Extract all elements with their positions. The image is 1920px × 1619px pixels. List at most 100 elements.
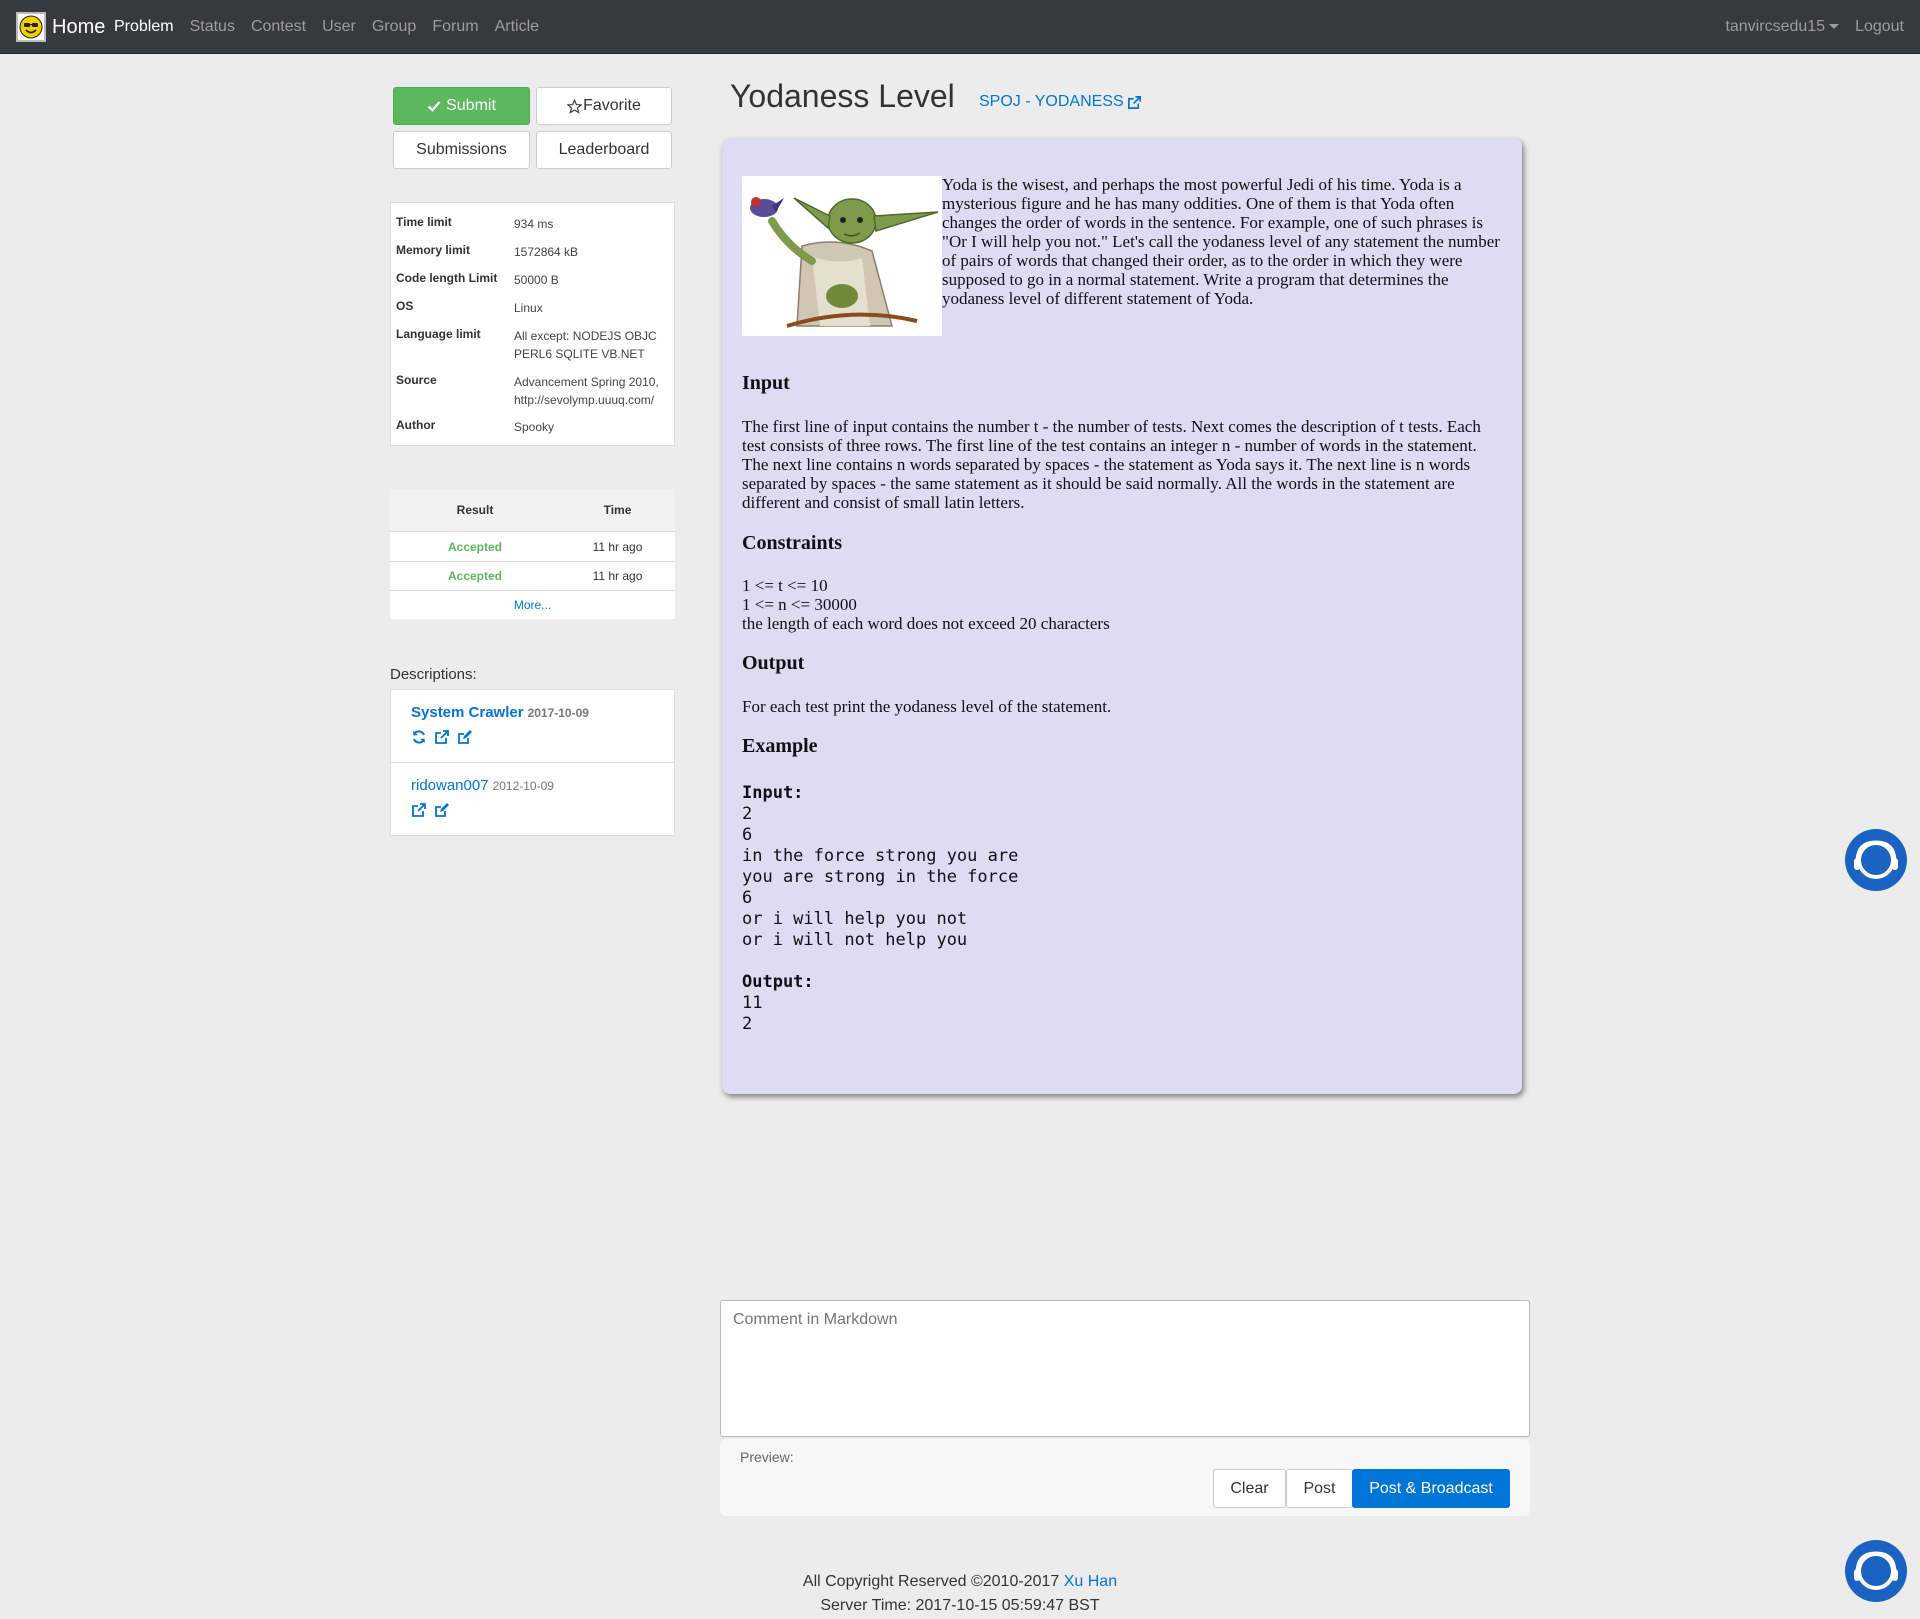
input-description: The first line of input contains the num… bbox=[742, 417, 1481, 512]
submit-label: Submit bbox=[446, 97, 496, 114]
description-actions bbox=[411, 729, 473, 745]
problem-title: Yodaness Level bbox=[730, 78, 955, 114]
nav-problem[interactable]: Problem bbox=[114, 18, 174, 36]
headset-icon bbox=[1854, 840, 1898, 879]
external-link-icon bbox=[1127, 95, 1141, 109]
home-link[interactable]: Home bbox=[16, 12, 105, 42]
description-author-name: System Crawler bbox=[411, 704, 524, 721]
nav-right: tanvircsedu15 Logout bbox=[1709, 0, 1904, 54]
chat-support-button[interactable] bbox=[1845, 829, 1907, 891]
result-time: 11 hr ago bbox=[592, 540, 643, 554]
logout-link[interactable]: Logout bbox=[1855, 18, 1904, 36]
output-heading: Output bbox=[742, 652, 805, 674]
refresh-icon[interactable] bbox=[411, 729, 427, 745]
output-description: For each test print the yodaness level o… bbox=[742, 697, 1112, 716]
table-header: Result Time bbox=[390, 489, 675, 532]
info-key: Author bbox=[396, 418, 436, 432]
constraint-n: 1 <= n <= 30000 bbox=[742, 595, 857, 614]
top-navbar: Home Problem Status Contest User Group F… bbox=[0, 0, 1920, 54]
user-menu[interactable]: tanvircsedu15 bbox=[1725, 18, 1840, 36]
info-value: 1572864 kB bbox=[514, 245, 579, 259]
info-value: Advancement Spring 2010, http://sevolymp… bbox=[514, 375, 659, 407]
description-item: ridowan007 2012-10-09 bbox=[391, 763, 674, 836]
info-value: 50000 B bbox=[514, 273, 559, 287]
leaderboard-label: Leaderboard bbox=[558, 141, 650, 158]
descriptions-label: Descriptions: bbox=[390, 666, 477, 683]
page-footer: All Copyright Reserved ©2010-2017 Xu Han… bbox=[700, 1570, 1220, 1618]
description-date: 2017-10-09 bbox=[527, 706, 589, 720]
row-divider bbox=[390, 590, 675, 591]
chat-support-button[interactable] bbox=[1845, 1540, 1907, 1602]
edit-icon[interactable] bbox=[457, 729, 473, 745]
nav-group[interactable]: Group bbox=[372, 18, 416, 36]
more-results-link[interactable]: More... bbox=[390, 598, 675, 612]
example-input-label: Input: bbox=[742, 783, 804, 803]
username-label: tanvircsedu15 bbox=[1725, 18, 1826, 35]
submissions-button[interactable]: Submissions bbox=[393, 131, 530, 169]
leaderboard-button[interactable]: Leaderboard bbox=[536, 131, 672, 169]
recent-submissions-table: Result Time Accepted 11 hr ago Accepted … bbox=[390, 489, 675, 619]
server-time: Server Time: 2017-10-15 05:59:47 BST bbox=[820, 1597, 1100, 1614]
result-time: 11 hr ago bbox=[592, 569, 643, 583]
info-key: Memory limit bbox=[396, 243, 471, 257]
info-key: Code length Limit bbox=[396, 271, 498, 285]
yoda-illustration bbox=[742, 176, 942, 336]
input-heading: Input bbox=[742, 372, 790, 394]
comment-input[interactable] bbox=[720, 1300, 1530, 1437]
problem-info-box: Time limit 934 ms Memory limit 1572864 k… bbox=[390, 202, 675, 446]
description-actions bbox=[411, 802, 450, 818]
nav-links: Problem Status Contest User Group Forum … bbox=[114, 0, 555, 54]
constraint-word-length: the length of each word does not exceed … bbox=[742, 614, 1110, 633]
external-link-icon[interactable] bbox=[411, 802, 427, 818]
info-value: Spooky bbox=[514, 420, 555, 434]
caret-down-icon bbox=[1829, 24, 1840, 30]
submissions-label: Submissions bbox=[416, 141, 507, 158]
problem-statement-panel: Yoda is the wisest, and perhaps the most… bbox=[722, 138, 1522, 1094]
headset-icon bbox=[1854, 1551, 1898, 1590]
column-header-result: Result bbox=[456, 503, 494, 517]
copyright-line: All Copyright Reserved ©2010-2017 Xu Han bbox=[700, 1570, 1220, 1594]
nav-user[interactable]: User bbox=[322, 18, 356, 36]
brand-label: Home bbox=[52, 15, 106, 38]
preview-label: Preview: bbox=[740, 1449, 794, 1465]
nav-article[interactable]: Article bbox=[495, 18, 539, 36]
nav-status[interactable]: Status bbox=[190, 18, 235, 36]
description-item: System Crawler 2017-10-09 bbox=[391, 690, 674, 763]
nav-contest[interactable]: Contest bbox=[251, 18, 306, 36]
info-value: 934 ms bbox=[514, 217, 554, 231]
info-key: Time limit bbox=[396, 215, 452, 229]
post-button[interactable]: Post bbox=[1286, 1469, 1353, 1508]
problem-intro: Yoda is the wisest, and perhaps the most… bbox=[942, 175, 1500, 308]
example-heading: Example bbox=[742, 735, 818, 757]
favorite-label: Favorite bbox=[583, 97, 641, 114]
info-value: Linux bbox=[514, 301, 543, 315]
description-author-link[interactable]: System Crawler 2017-10-09 bbox=[411, 704, 589, 721]
edit-icon[interactable] bbox=[434, 802, 450, 818]
info-key: OS bbox=[396, 299, 414, 313]
example-output: 11 2 bbox=[742, 993, 763, 1034]
submit-button[interactable]: Submit bbox=[393, 87, 530, 125]
clear-button[interactable]: Clear bbox=[1213, 1469, 1286, 1508]
result-status[interactable]: Accepted bbox=[390, 569, 560, 583]
copyright-text: All Copyright Reserved ©2010-2017 bbox=[802, 1573, 1060, 1590]
post-broadcast-button[interactable]: Post & Broadcast bbox=[1352, 1469, 1510, 1508]
example-input: 2 6 in the force strong you are you are … bbox=[742, 804, 1019, 950]
external-link-icon[interactable] bbox=[434, 729, 450, 745]
check-icon bbox=[427, 101, 441, 112]
origin-link[interactable]: SPOJ - YODANESS bbox=[979, 93, 1142, 111]
star-icon bbox=[567, 98, 583, 114]
description-date: 2012-10-09 bbox=[492, 779, 554, 793]
result-status[interactable]: Accepted bbox=[390, 540, 560, 554]
author-link[interactable]: Xu Han bbox=[1064, 1573, 1117, 1590]
constraints-heading: Constraints bbox=[742, 532, 843, 554]
column-header-time: Time bbox=[603, 503, 632, 517]
comment-preview-area: Preview: Clear Post Post & Broadcast bbox=[720, 1439, 1530, 1516]
info-key: Source bbox=[396, 373, 437, 387]
info-key: Language limit bbox=[396, 327, 481, 341]
info-value: All except: NODEJS OBJC PERL6 SQLITE VB.… bbox=[514, 329, 657, 361]
favorite-button[interactable]: Favorite bbox=[536, 87, 672, 125]
description-author-link[interactable]: ridowan007 2012-10-09 bbox=[411, 777, 554, 794]
descriptions-list: System Crawler 2017-10-09 ridowan007 2012-… bbox=[390, 689, 675, 836]
nav-forum[interactable]: Forum bbox=[432, 18, 478, 36]
example-output-label: Output: bbox=[742, 972, 814, 992]
